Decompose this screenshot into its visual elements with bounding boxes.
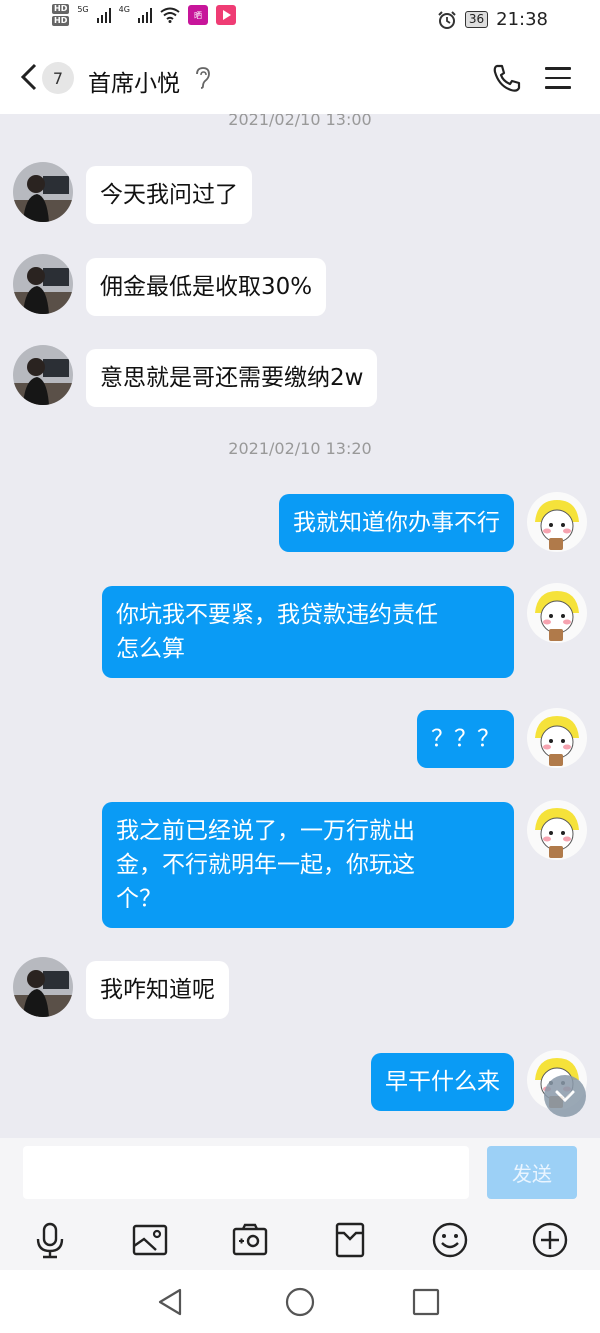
system-navigation-bar	[0, 1270, 600, 1333]
message-text-line: 金，不行就明年一起，你玩这	[116, 852, 415, 878]
chevron-down-icon	[555, 1090, 575, 1103]
microphone-icon[interactable]	[30, 1220, 70, 1260]
app-notification-icon: 晒	[187, 5, 208, 25]
self-avatar[interactable]	[527, 492, 587, 552]
back-arrow-icon[interactable]	[18, 62, 40, 92]
message-text: 佣金最低是收取30%	[100, 274, 313, 300]
contact-name[interactable]: 首席小悦	[88, 64, 180, 98]
timestamp: 2021/02/10 13:20	[228, 439, 372, 458]
send-button[interactable]: 发送	[487, 1146, 577, 1199]
hd-badge-2: HD	[52, 16, 70, 26]
message-list[interactable]: 2021/02/10 13:00 今天我问过了 佣金最低是收取30% 意思就是哥…	[0, 114, 600, 1138]
message-text-line: 个？	[116, 886, 162, 912]
network-5g-label: 5G	[77, 4, 89, 14]
self-avatar[interactable]	[527, 583, 587, 643]
emoji-icon[interactable]	[430, 1220, 470, 1260]
menu-icon[interactable]	[545, 67, 571, 96]
send-button-label: 发送	[512, 1162, 552, 1186]
file-icon[interactable]	[330, 1220, 370, 1260]
video-app-icon	[215, 5, 236, 25]
contact-avatar[interactable]	[13, 957, 73, 1017]
contact-avatar[interactable]	[13, 254, 73, 314]
sent-message[interactable]: 我之前已经说了，一万行就出 金，不行就明年一起，你玩这 个？	[102, 802, 514, 928]
message-text: 意思就是哥还需要缴纳2w	[100, 365, 364, 391]
message-input[interactable]	[23, 1146, 469, 1199]
status-left: HD HD 5G 4G 晒	[52, 4, 236, 26]
status-bar: HD HD 5G 4G 晒 36 21:38	[0, 0, 600, 42]
status-right: 36 21:38	[437, 9, 548, 30]
sent-message[interactable]: ？？？	[417, 710, 514, 768]
message-text: 我咋知道呢	[100, 977, 215, 1003]
network-4g-label: 4G	[118, 4, 130, 14]
back-triangle-icon[interactable]	[152, 1282, 192, 1322]
received-message[interactable]: 我咋知道呢	[86, 961, 229, 1019]
message-text: ？？？	[431, 726, 500, 752]
signal-icon-2	[137, 7, 152, 23]
message-text: 我就知道你办事不行	[293, 510, 500, 536]
message-text: 今天我问过了	[100, 182, 238, 208]
scroll-to-bottom-button[interactable]	[544, 1075, 586, 1117]
battery-level: 36	[464, 11, 489, 28]
contact-avatar[interactable]	[13, 162, 73, 222]
wifi-icon	[160, 7, 180, 23]
message-text: 早干什么来	[385, 1069, 500, 1095]
self-avatar[interactable]	[527, 800, 587, 860]
message-text-line: 我之前已经说了，一万行就出	[116, 818, 415, 844]
sent-message[interactable]: 我就知道你办事不行	[279, 494, 514, 552]
unread-count-badge[interactable]: 7	[42, 62, 74, 94]
self-avatar[interactable]	[527, 708, 587, 768]
message-text-line: 怎么算	[116, 636, 185, 662]
signal-icon	[96, 7, 111, 23]
sent-message[interactable]: 你坑我不要紧，我贷款违约责任 怎么算	[102, 586, 514, 678]
image-icon[interactable]	[130, 1220, 170, 1260]
hd-badge-1: HD	[52, 4, 70, 14]
plus-icon[interactable]	[530, 1220, 570, 1260]
contact-avatar[interactable]	[13, 345, 73, 405]
received-message[interactable]: 意思就是哥还需要缴纳2w	[86, 349, 378, 407]
phone-call-icon[interactable]	[491, 62, 523, 94]
alarm-icon	[438, 10, 456, 29]
recents-square-icon[interactable]	[406, 1282, 446, 1322]
hd-indicators: HD HD	[52, 4, 70, 26]
timestamp: 2021/02/10 13:00	[228, 114, 372, 129]
home-circle-icon[interactable]	[280, 1282, 320, 1322]
clock-time: 21:38	[496, 9, 548, 30]
chat-header: 7 首席小悦	[0, 42, 600, 114]
app-badge-label: 晒	[193, 10, 202, 20]
received-message[interactable]: 佣金最低是收取30%	[86, 258, 327, 316]
earpiece-mode-icon	[196, 67, 210, 89]
received-message[interactable]: 今天我问过了	[86, 166, 252, 224]
camera-icon[interactable]	[230, 1220, 270, 1260]
message-text-line: 你坑我不要紧，我贷款违约责任	[116, 602, 438, 628]
input-toolbar	[0, 1210, 600, 1270]
input-bar: 发送	[0, 1138, 600, 1210]
sent-message[interactable]: 早干什么来	[371, 1053, 514, 1111]
